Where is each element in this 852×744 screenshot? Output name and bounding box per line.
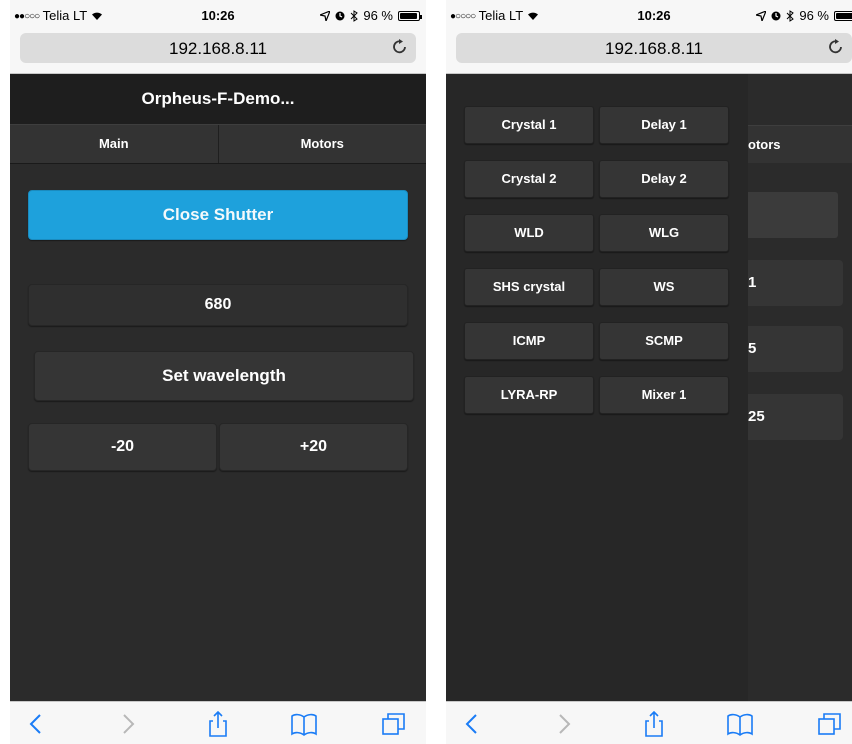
- status-bar: ●●○○○ Telia LT 10:26 96 %: [10, 0, 426, 32]
- browser-toolbar: [446, 701, 852, 744]
- battery-fill: [400, 12, 417, 19]
- tab-bar: Main Motors: [10, 124, 426, 164]
- tab-main[interactable]: Main: [10, 125, 218, 163]
- menu-item-shs-crystal[interactable]: SHS crystal: [464, 268, 594, 306]
- background-tab-bar: otors: [748, 125, 852, 163]
- set-wavelength-button[interactable]: Set wavelength: [34, 351, 414, 401]
- menu-item-wlg[interactable]: WLG: [599, 214, 729, 252]
- background-button: 5: [748, 326, 843, 372]
- address-bar-area: 192.168.8.11: [446, 32, 852, 74]
- battery-percent: 96 %: [799, 8, 829, 23]
- browser-toolbar: [10, 701, 426, 744]
- share-icon[interactable]: [640, 711, 668, 737]
- reload-icon[interactable]: [828, 38, 844, 61]
- forward-icon[interactable]: [114, 711, 142, 737]
- menu-item-delay-1[interactable]: Delay 1: [599, 106, 729, 144]
- reload-icon[interactable]: [392, 38, 408, 61]
- wavelength-input[interactable]: 680: [28, 284, 408, 326]
- alarm-icon: [335, 11, 345, 20]
- side-menu-panel: Crystal 1 Delay 1 Crystal 2 Delay 2 WLD …: [446, 74, 748, 701]
- status-bar: ●○○○○ Telia LT 10:26 96 %: [446, 0, 852, 32]
- address-bar[interactable]: 192.168.8.11: [20, 33, 416, 63]
- bluetooth-icon: [351, 9, 359, 22]
- status-right: 96 %: [320, 8, 422, 23]
- menu-item-delay-2[interactable]: Delay 2: [599, 160, 729, 198]
- background-button: 25: [748, 394, 843, 440]
- bluetooth-icon: [787, 9, 795, 22]
- share-icon[interactable]: [204, 711, 232, 737]
- app-content: Orpheus-F-Demo... Main Motors Close Shut…: [10, 74, 426, 701]
- back-icon[interactable]: [22, 711, 50, 737]
- phone-screen-menu: ●○○○○ Telia LT 10:26 96 % 192.168.8.11 o…: [446, 0, 852, 744]
- phone-screen-main: ●●○○○ Telia LT 10:26 96 % 192.168.8.11 O…: [10, 0, 426, 744]
- battery-fill: [836, 12, 852, 19]
- app-title: Orpheus-F-Demo...: [10, 74, 426, 124]
- battery-percent: 96 %: [363, 8, 393, 23]
- bookmarks-icon[interactable]: [726, 711, 754, 737]
- forward-icon[interactable]: [550, 711, 578, 737]
- status-right: 96 %: [756, 8, 852, 23]
- close-shutter-button[interactable]: Close Shutter: [28, 190, 408, 240]
- background-value: 25: [748, 408, 765, 425]
- step-down-button[interactable]: -20: [28, 423, 217, 471]
- menu-item-crystal-2[interactable]: Crystal 2: [464, 160, 594, 198]
- alarm-icon: [771, 11, 781, 20]
- location-icon: [756, 10, 767, 21]
- menu-item-crystal-1[interactable]: Crystal 1: [464, 106, 594, 144]
- battery-icon: [834, 10, 852, 21]
- tab-motors[interactable]: Motors: [217, 125, 427, 163]
- url-text: 192.168.8.11: [169, 39, 267, 58]
- menu-item-wld[interactable]: WLD: [464, 214, 594, 252]
- background-value: 5: [748, 340, 757, 357]
- address-bar-area: 192.168.8.11: [10, 32, 426, 74]
- menu-item-scmp[interactable]: SCMP: [599, 322, 729, 360]
- battery-icon: [398, 10, 422, 21]
- back-icon[interactable]: [458, 711, 486, 737]
- background-shutter-button: [748, 192, 838, 238]
- bookmarks-icon[interactable]: [290, 711, 318, 737]
- background-value: 1: [748, 274, 757, 291]
- tabs-icon[interactable]: [816, 711, 844, 737]
- background-tab-motors: otors: [748, 137, 781, 152]
- menu-item-lyra-rp[interactable]: LYRA-RP: [464, 376, 594, 414]
- menu-item-icmp[interactable]: ICMP: [464, 322, 594, 360]
- menu-item-ws[interactable]: WS: [599, 268, 729, 306]
- url-text: 192.168.8.11: [605, 39, 703, 58]
- menu-item-mixer-1[interactable]: Mixer 1: [599, 376, 729, 414]
- background-input: 1: [748, 260, 843, 306]
- tabs-icon[interactable]: [380, 711, 408, 737]
- step-up-button[interactable]: +20: [219, 423, 408, 471]
- location-icon: [320, 10, 331, 21]
- address-bar[interactable]: 192.168.8.11: [456, 33, 852, 63]
